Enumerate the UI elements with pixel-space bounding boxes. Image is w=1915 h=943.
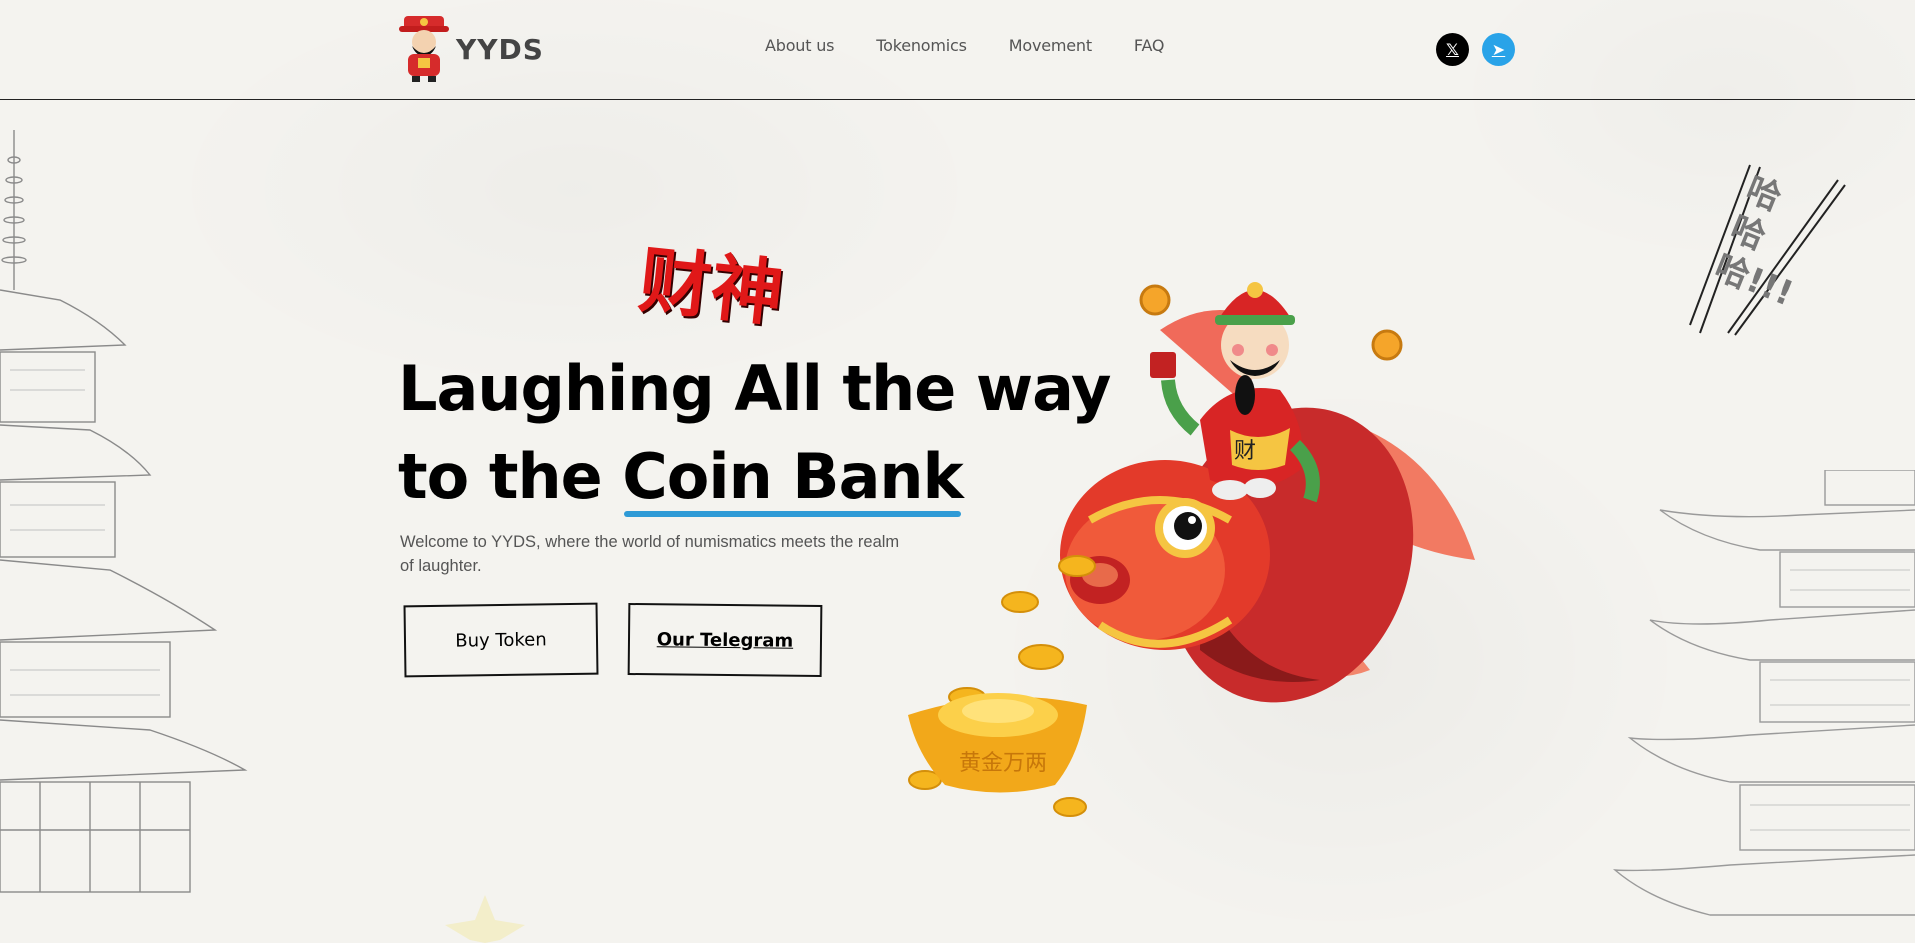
svg-text:财: 财 bbox=[1234, 439, 1256, 464]
main-nav: About us Tokenomics Movement FAQ bbox=[765, 36, 1165, 55]
nav-tokenomics[interactable]: Tokenomics bbox=[876, 36, 967, 55]
pagoda-left-illustration bbox=[0, 130, 248, 893]
nav-about-us[interactable]: About us bbox=[765, 36, 834, 55]
gold-coins-illustration bbox=[1001, 555, 1096, 670]
faded-star-icon bbox=[445, 895, 525, 943]
god-of-wealth-logo-icon bbox=[399, 16, 449, 82]
social-links: 𝕏 ➤ bbox=[1436, 33, 1515, 66]
ingot-text: 黄金万两 bbox=[959, 751, 1047, 776]
hero-subtitle: Welcome to YYDS, where the world of numi… bbox=[400, 533, 900, 575]
laugh-decoration: 哈哈哈!!! bbox=[1680, 155, 1850, 345]
telegram-icon[interactable]: ➤ bbox=[1482, 33, 1515, 66]
pagoda-right-illustration bbox=[1612, 470, 1915, 916]
logo-text: YYDS bbox=[456, 32, 544, 66]
nav-movement[interactable]: Movement bbox=[1009, 36, 1092, 55]
nav-faq[interactable]: FAQ bbox=[1134, 36, 1165, 55]
buy-token-button[interactable]: Buy Token bbox=[403, 602, 599, 678]
x-icon[interactable]: 𝕏 bbox=[1436, 33, 1469, 66]
site-header: YYDS About us Tokenomics Movement FAQ 𝕏 … bbox=[0, 0, 1915, 100]
logo[interactable]: YYDS bbox=[398, 14, 544, 84]
caishen-title: 财神 bbox=[635, 236, 788, 337]
gold-ingot-illustration: 黄金万两 bbox=[908, 687, 1087, 817]
our-telegram-button[interactable]: Our Telegram bbox=[627, 602, 823, 678]
headline-prefix: to the bbox=[398, 440, 623, 513]
